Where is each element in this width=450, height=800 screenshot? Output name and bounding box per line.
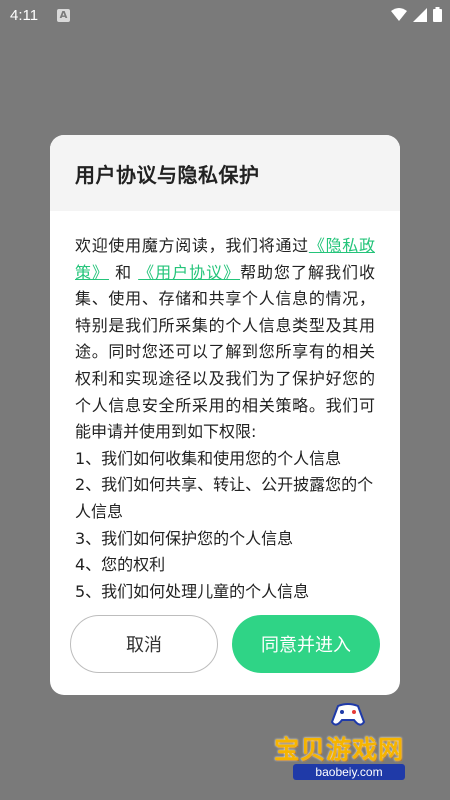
body-and: 和	[115, 262, 133, 282]
gamepad-icon	[330, 702, 366, 732]
status-time: 4:11	[10, 7, 39, 24]
status-bar: 4:11 A	[0, 0, 450, 32]
list-item: 1、我们如何收集和使用您的个人信息	[75, 448, 342, 468]
list-item: 2、我们如何共享、转让、公开披露您的个人信息	[75, 475, 374, 521]
list-item: 4、您的权利	[75, 555, 166, 575]
watermark-text: 宝贝游戏网	[274, 735, 405, 764]
battery-icon	[433, 7, 442, 26]
privacy-dialog: 用户协议与隐私保护 欢迎使用魔方阅读，我们将通过《隐私政策》 和 《用户协议》帮…	[50, 135, 400, 695]
signal-icon	[413, 7, 427, 26]
body-intro-2: 帮助您了解我们收集、使用、存储和共享个人信息的情况，特别是我们所采集的个人信息类…	[75, 262, 375, 442]
watermark-url: baobeiy.com	[293, 764, 405, 780]
watermark: 宝贝游戏网 baobeiy.com	[270, 700, 445, 790]
dialog-title: 用户协议与隐私保护	[75, 162, 260, 187]
body-intro-1: 欢迎使用魔方阅读，我们将通过	[75, 236, 309, 255]
list-item: 3、我们如何保护您的个人信息	[75, 528, 294, 548]
agree-button[interactable]: 同意并进入	[232, 615, 380, 673]
dialog-body: 欢迎使用魔方阅读，我们将通过《隐私政策》 和 《用户协议》帮助您了解我们收集、使…	[75, 233, 375, 605]
cancel-button[interactable]: 取消	[70, 615, 218, 673]
status-icons	[391, 7, 442, 26]
list-item: 5、我们如何处理儿童的个人信息	[75, 581, 310, 601]
wifi-icon	[391, 7, 407, 26]
dialog-header: 用户协议与隐私保护	[50, 135, 400, 211]
a-badge-icon: A	[57, 9, 70, 22]
user-agreement-link[interactable]: 《用户协议》	[138, 263, 240, 282]
